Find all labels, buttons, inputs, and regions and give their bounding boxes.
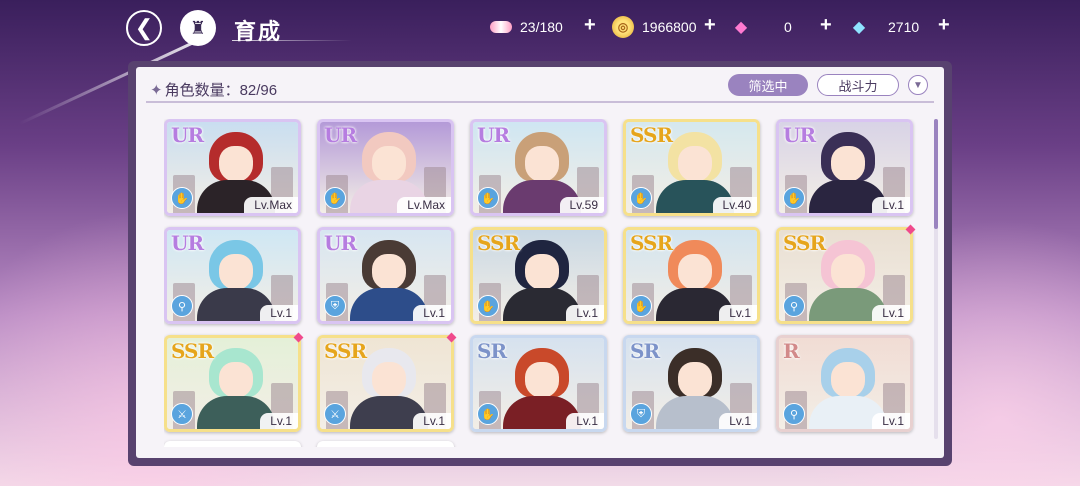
glove-icon: ✋: [630, 187, 652, 209]
chevron-down-icon: ▼: [913, 79, 923, 91]
back-arrow-icon: ❮: [134, 15, 154, 40]
character-count-text: 角色数量：82/96: [164, 82, 278, 99]
scrollbar[interactable]: [934, 119, 938, 439]
home-button[interactable]: ♜: [180, 10, 216, 46]
character-card[interactable]: SSR ⚔ Lv.1: [317, 335, 454, 432]
sword-icon: ⚔: [171, 403, 193, 425]
character-card[interactable]: R ⚲ Lv.1: [776, 335, 913, 432]
character-card[interactable]: SSR ✋ Lv.1: [470, 227, 607, 324]
level-label: Lv.1: [566, 413, 604, 429]
add-diamond-button[interactable]: +: [938, 14, 950, 37]
shield-icon: ⛨: [630, 403, 652, 425]
level-label: Lv.Max: [397, 197, 451, 213]
character-card[interactable]: SSR ✋ Lv.40: [623, 119, 760, 216]
level-label: Lv.1: [260, 305, 298, 321]
diamond-resource: ◆ 2710 +: [848, 14, 950, 38]
toolbar-divider: [146, 101, 934, 103]
coin-count: 1966800: [642, 19, 697, 35]
rarity-badge: SSR: [477, 231, 520, 255]
character-card[interactable]: UR ✋ Lv.Max: [317, 119, 454, 216]
level-label: Lv.40: [712, 197, 757, 213]
blue-diamond-icon: ◆: [852, 19, 866, 36]
wand-icon: ⚲: [783, 403, 805, 425]
glove-icon: ✋: [171, 187, 193, 209]
gem-resource: ◆ 0 +: [730, 14, 832, 38]
character-card[interactable]: UR ✋ Lv.59: [470, 119, 607, 216]
rarity-badge: SR: [630, 339, 660, 363]
glove-icon: ✋: [324, 187, 346, 209]
candy-count: 23/180: [520, 19, 563, 35]
pink-diamond-icon: ◆: [734, 19, 748, 36]
add-candy-button[interactable]: +: [584, 14, 596, 37]
level-label: Lv.1: [719, 413, 757, 429]
character-card[interactable]: UR ✋ Lv.Max: [164, 119, 301, 216]
character-card[interactable]: SSR ✋ Lv.1: [623, 227, 760, 324]
candy-resource: 23/180 +: [490, 14, 596, 38]
level-label: Lv.1: [872, 305, 910, 321]
rarity-badge: SR: [477, 339, 507, 363]
level-label: Lv.1: [719, 305, 757, 321]
glove-icon: ✋: [783, 187, 805, 209]
wand-icon: ⚲: [171, 295, 193, 317]
add-coin-button[interactable]: +: [704, 14, 716, 37]
rarity-badge: UR: [171, 231, 204, 255]
level-label: Lv.59: [559, 197, 604, 213]
filter-button[interactable]: 筛选中: [728, 74, 808, 96]
character-card[interactable]: UR ⚲ Lv.1: [164, 227, 301, 324]
rarity-badge: UR: [783, 123, 816, 147]
sort-button[interactable]: 战斗力: [817, 74, 899, 96]
glove-icon: ✋: [477, 403, 499, 425]
sword-icon: ⚔: [324, 403, 346, 425]
rarity-badge: UR: [324, 231, 357, 255]
character-card[interactable]: SSR ⚲ Lv.1: [776, 227, 913, 324]
character-card[interactable]: SR ✋ Lv.1: [470, 335, 607, 432]
gem-count: 0: [784, 19, 792, 35]
coin-icon: ◎: [612, 16, 634, 38]
title-underline: [232, 40, 352, 41]
rarity-badge: UR: [324, 123, 357, 147]
glove-icon: ✋: [630, 295, 652, 317]
level-label: Lv.1: [872, 413, 910, 429]
castle-icon: ♜: [189, 17, 207, 38]
coin-resource: ◎ 1966800 +: [612, 14, 716, 38]
rarity-badge: UR: [171, 123, 204, 147]
level-label: Lv.1: [413, 413, 451, 429]
candy-icon: [490, 21, 512, 33]
glove-icon: ✋: [477, 187, 499, 209]
shield-icon: ⛨: [324, 295, 346, 317]
rarity-badge: UR: [477, 123, 510, 147]
character-card-partial[interactable]: [164, 441, 301, 447]
level-label: Lv.1: [413, 305, 451, 321]
page-title: 育成: [234, 19, 283, 44]
rarity-badge: SSR: [630, 123, 673, 147]
character-card[interactable]: SSR ⚔ Lv.1: [164, 335, 301, 432]
rarity-badge: SSR: [630, 231, 673, 255]
sort-order-button[interactable]: ▼: [908, 75, 928, 95]
scrollbar-thumb[interactable]: [934, 119, 938, 229]
level-label: Lv.1: [566, 305, 604, 321]
level-label: Lv.1: [260, 413, 298, 429]
rarity-badge: SSR: [171, 339, 214, 363]
glove-icon: ✋: [477, 295, 499, 317]
rarity-badge: R: [783, 339, 800, 363]
character-card-partial[interactable]: [317, 441, 454, 447]
level-label: Lv.1: [872, 197, 910, 213]
sparkle-icon: ✦: [150, 82, 163, 99]
character-panel-inner: ✦ 角色数量：82/96 筛选中 战斗力 ▼ UR ✋ Lv.Max UR ✋ Lv.Max…: [136, 67, 944, 458]
character-card[interactable]: UR ✋ Lv.1: [776, 119, 913, 216]
character-card[interactable]: UR ⛨ Lv.1: [317, 227, 454, 324]
character-grid: UR ✋ Lv.Max UR ✋ Lv.Max UR ✋ Lv.59 SSR ✋ Lv.40 UR ✋ Lv…: [164, 119, 934, 447]
add-gem-button[interactable]: +: [820, 14, 832, 37]
diamond-count: 2710: [888, 19, 920, 35]
character-count: ✦ 角色数量：82/96: [150, 79, 277, 100]
rarity-badge: SSR: [324, 339, 367, 363]
back-button[interactable]: ❮: [126, 10, 162, 46]
wand-icon: ⚲: [783, 295, 805, 317]
character-panel: ✦ 角色数量：82/96 筛选中 战斗力 ▼ UR ✋ Lv.Max UR ✋ Lv.Max…: [128, 61, 952, 466]
character-card[interactable]: SR ⛨ Lv.1: [623, 335, 760, 432]
level-label: Lv.Max: [244, 197, 298, 213]
rarity-badge: SSR: [783, 231, 826, 255]
